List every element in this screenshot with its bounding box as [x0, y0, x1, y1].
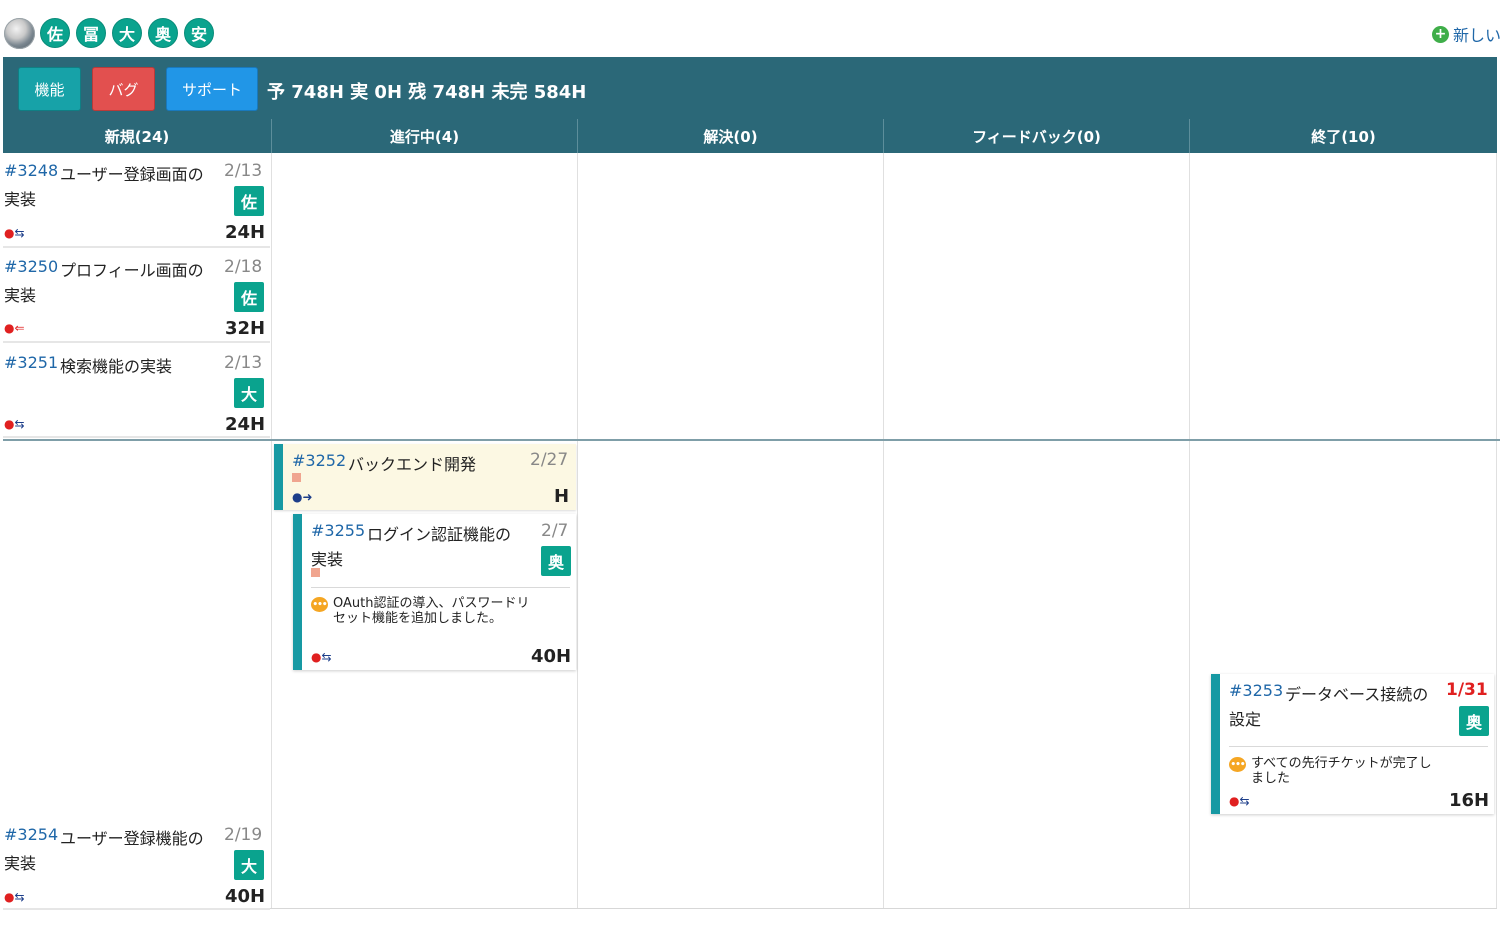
assignee-badge[interactable]: 大 [234, 850, 264, 880]
due-date: 2/19 [224, 825, 263, 845]
issue-title-cont: 実装 [4, 286, 37, 305]
relation-icon: ●⇆ [1229, 794, 1250, 808]
assignee-badge[interactable]: 佐 [234, 282, 264, 312]
column-divider [1496, 153, 1497, 908]
column-header-closed: 終了(10) [1189, 119, 1497, 153]
member-avatar-oku[interactable]: 奥 [148, 18, 178, 48]
estimated-hours: 24H [225, 414, 266, 435]
column-divider [577, 153, 578, 908]
relation-icon: ●➜ [292, 490, 313, 504]
filter-bug-button[interactable]: バグ [92, 67, 155, 111]
issue-title-cont: 設定 [1229, 710, 1262, 729]
assignee-badge[interactable]: 佐 [234, 186, 264, 216]
member-filter: 佐 冨 大 奥 安 [4, 16, 220, 50]
due-date-overdue: 1/31 [1446, 680, 1488, 700]
card-accent-bar [1211, 674, 1220, 814]
board-toolbar: 機能 バグ サポート 予 748H 実 0H 残 748H 未完 584H [3, 57, 1497, 119]
due-date: 2/13 [224, 161, 263, 181]
estimated-hours: 32H [225, 318, 266, 339]
relation-icon: ●⇐ [4, 321, 25, 335]
issue-title[interactable]: ユーザー登録画面の [60, 161, 204, 185]
due-date: 2/18 [224, 257, 263, 277]
issue-card[interactable]: #3250 プロフィール画面の 実装 2/18 佐 ●⇐ 32H [3, 250, 270, 343]
issue-number-link[interactable]: #3254 [4, 825, 58, 844]
assignee-badge[interactable]: 奥 [541, 546, 571, 576]
latest-note: すべての先行チケットが完了しました [1251, 756, 1432, 786]
issue-title[interactable]: データベース接続の [1285, 681, 1428, 705]
issue-title[interactable]: 検索機能の実装 [60, 353, 172, 377]
relation-icon: ●⇆ [4, 890, 25, 904]
column-header-new: 新規(24) [104, 127, 170, 146]
priority-marker [292, 473, 301, 482]
hours-summary: 予 748H 実 0H 残 748H 未完 584H [267, 82, 587, 103]
due-date: 2/27 [530, 450, 569, 470]
relation-icon: ●⇆ [4, 226, 25, 240]
new-issue-label: 新しい [1453, 26, 1500, 45]
comment-icon: ••• [1229, 757, 1246, 772]
issue-number-link[interactable]: #3251 [4, 353, 58, 372]
issue-card-parent[interactable]: #3252 バックエンド開発 2/27 ●➜ H [274, 444, 576, 510]
estimated-hours: 24H [225, 222, 266, 243]
column-header-in-progress: 進行中(4) [271, 119, 577, 153]
issue-title[interactable]: プロフィール画面の [60, 257, 204, 281]
due-date: 2/13 [224, 353, 263, 373]
card-separator [311, 587, 570, 588]
card-accent-bar [274, 444, 283, 510]
filter-feature-button[interactable]: 機能 [18, 67, 81, 111]
issue-number-link[interactable]: #3248 [4, 161, 58, 180]
column-headers: 新規(24) 進行中(4) 解決(0) フィードバック(0) 終了(10) [3, 119, 1497, 153]
new-issue-link[interactable]: + 新しい [1432, 22, 1500, 46]
column-header-resolved: 解決(0) [577, 119, 883, 153]
member-avatar-dai[interactable]: 大 [112, 18, 142, 48]
issue-number-link[interactable]: #3255 [311, 521, 365, 540]
issue-number-link[interactable]: #3252 [292, 451, 346, 470]
issue-card[interactable]: #3254 ユーザー登録機能の 実装 2/19 大 ●⇆ 40H [3, 818, 270, 910]
issue-title-cont: 実装 [311, 550, 344, 569]
column-divider [1189, 153, 1190, 908]
current-user-avatar[interactable] [4, 17, 35, 49]
assignee-badge[interactable]: 奥 [1459, 706, 1489, 736]
issue-title[interactable]: バックエンド開発 [348, 451, 476, 475]
issue-number-link[interactable]: #3253 [1229, 681, 1283, 700]
latest-note: OAuth認証の導入、パスワードリセット機能を追加しました。 [333, 596, 530, 626]
due-date: 2/7 [541, 521, 569, 541]
estimated-hours: 16H [1449, 790, 1490, 811]
assignee-badge[interactable]: 大 [234, 378, 264, 408]
issue-card[interactable]: #3253 データベース接続の 設定 1/31 奥 ••• すべての先行チケット… [1211, 674, 1494, 814]
issue-title[interactable]: ログイン認証機能の [367, 521, 511, 545]
member-avatar-sa[interactable]: 佐 [40, 18, 70, 48]
card-separator [1229, 746, 1488, 747]
comment-icon: ••• [311, 597, 328, 612]
estimated-hours: H [554, 486, 570, 507]
column-divider [271, 153, 272, 908]
member-avatar-tomi[interactable]: 冨 [76, 18, 106, 48]
swimlane-divider [3, 439, 1500, 441]
column-header-feedback: フィードバック(0) [883, 119, 1189, 153]
estimated-hours: 40H [225, 886, 266, 907]
issue-title-cont: 実装 [4, 854, 37, 873]
issue-card[interactable]: #3248 ユーザー登録画面の 実装 2/13 佐 ●⇆ 24H [3, 155, 270, 248]
card-accent-bar [293, 514, 302, 670]
estimated-hours: 40H [531, 646, 572, 667]
issue-card[interactable]: #3255 ログイン認証機能の 実装 2/7 奥 ••• OAuth認証の導入、… [293, 514, 576, 670]
issue-number-link[interactable]: #3250 [4, 257, 58, 276]
priority-marker [311, 568, 320, 577]
relation-icon: ●⇆ [311, 650, 332, 664]
issue-card[interactable]: #3251 検索機能の実装 2/13 大 ●⇆ 24H [3, 345, 270, 438]
issue-title-cont: 実装 [4, 190, 37, 209]
filter-support-button[interactable]: サポート [166, 67, 258, 111]
issue-title[interactable]: ユーザー登録機能の [60, 825, 204, 849]
add-icon: + [1432, 25, 1449, 43]
column-divider [883, 153, 884, 908]
relation-icon: ●⇆ [4, 417, 25, 431]
member-avatar-an[interactable]: 安 [184, 18, 214, 48]
